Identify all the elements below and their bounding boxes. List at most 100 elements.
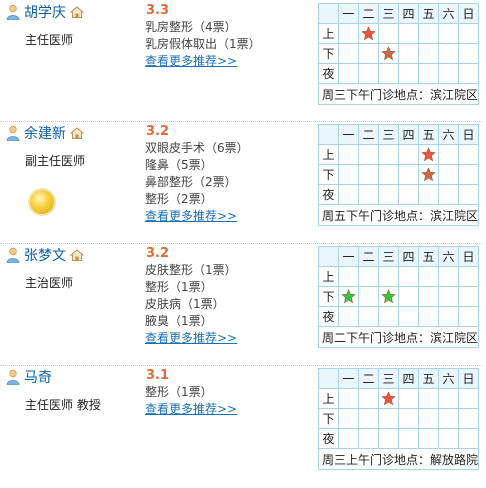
see-more-link[interactable]: 查看更多推荐>> <box>145 401 237 418</box>
star-icon <box>341 289 356 304</box>
home-icon[interactable] <box>70 127 84 139</box>
schedule-slot <box>457 43 480 64</box>
weekday-header: 二 <box>358 124 379 145</box>
clinic-schedule-table: 一 二 三 四 五 六 日 上 下 夜 周三下午门诊地点：滨江院区 <box>317 3 480 105</box>
doctor-title: 主治医师 <box>25 276 74 290</box>
schedule-slot <box>378 184 399 205</box>
schedule-slot <box>438 286 459 307</box>
schedule-slot <box>378 266 399 287</box>
doctor-name[interactable]: 胡学庆 <box>24 2 66 22</box>
period-label: 上 <box>318 23 339 44</box>
schedule-slot <box>418 306 439 327</box>
schedule-slot <box>457 428 480 449</box>
doctor-person-icon <box>6 125 20 141</box>
schedule-slot <box>418 428 439 449</box>
schedule-slot <box>457 144 480 165</box>
star-icon <box>421 167 436 182</box>
weekday-header: 五 <box>418 368 439 389</box>
recommendation-item: 整形（1票） <box>145 280 213 294</box>
weekday-header: 三 <box>378 368 399 389</box>
schedule-slot <box>358 23 379 44</box>
schedule-slot <box>398 408 419 429</box>
schedule-slot <box>338 306 359 327</box>
home-icon[interactable] <box>70 6 84 18</box>
star-icon <box>361 26 376 41</box>
schedule-slot <box>438 144 459 165</box>
doctor-score: 3.2 <box>146 246 170 261</box>
recommendation-list: 双眼皮手术（6票） 隆鼻（5票） 鼻部整形（2票） 整形（2票） 查看更多推荐>… <box>145 140 249 225</box>
schedule-slot <box>438 428 459 449</box>
recommendation-item: 乳房整形（4票） <box>145 20 237 34</box>
doctor-score: 3.2 <box>146 124 170 139</box>
weekday-header: 日 <box>457 3 480 24</box>
doctor-name[interactable]: 余建新 <box>24 123 66 143</box>
doctor-person-icon <box>6 247 20 263</box>
clinic-schedule-table: 一 二 三 四 五 六 日 上 下 夜 周五下午门诊地点：滨江院区 <box>317 124 480 226</box>
doctor-score: 3.1 <box>146 368 170 383</box>
weekday-header: 三 <box>378 124 399 145</box>
see-more-link[interactable]: 查看更多推荐>> <box>145 330 237 347</box>
schedule-slot <box>418 164 439 185</box>
weekday-header: 日 <box>457 246 480 267</box>
schedule-slot <box>438 63 459 84</box>
schedule-slot <box>398 144 419 165</box>
clinic-location: 周三下午门诊地点：滨江院区 <box>317 83 480 105</box>
doctor-name[interactable]: 张梦文 <box>24 245 66 265</box>
weekday-header: 二 <box>358 246 379 267</box>
weekday-header: 日 <box>457 124 480 145</box>
doctor-title: 主任医师 <box>25 33 74 47</box>
home-icon[interactable] <box>70 249 84 261</box>
schedule-slot <box>438 164 459 185</box>
schedule-slot <box>378 286 399 307</box>
weekday-header: 五 <box>418 246 439 267</box>
schedule-slot <box>378 144 399 165</box>
schedule-slot <box>438 43 459 64</box>
schedule-slot <box>338 23 359 44</box>
schedule-slot <box>398 388 419 409</box>
doctor-name[interactable]: 马奇 <box>24 367 52 387</box>
see-more-link[interactable]: 查看更多推荐>> <box>145 53 261 70</box>
recommendation-item: 隆鼻（5票） <box>145 158 213 172</box>
period-label: 下 <box>318 286 339 307</box>
recommendation-item: 腋臭（1票） <box>145 314 213 328</box>
schedule-slot <box>358 43 379 64</box>
schedule-slot <box>378 408 399 429</box>
doctor-person-icon <box>6 369 20 385</box>
schedule-slot <box>338 388 359 409</box>
schedule-corner <box>318 124 339 145</box>
schedule-slot <box>398 63 419 84</box>
schedule-slot <box>338 428 359 449</box>
see-more-link[interactable]: 查看更多推荐>> <box>145 208 249 225</box>
weekday-header: 六 <box>438 124 459 145</box>
schedule-slot <box>338 144 359 165</box>
weekday-header: 一 <box>338 368 359 389</box>
clinic-location: 周二下午门诊地点：滨江院区 <box>317 326 480 348</box>
schedule-slot <box>358 408 379 429</box>
period-label: 下 <box>318 164 339 185</box>
recommendation-list: 乳房整形（4票） 乳房假体取出（1票） 查看更多推荐>> <box>145 19 261 70</box>
star-icon <box>381 391 396 406</box>
doctor-name-row: 胡学庆 <box>6 3 84 21</box>
weekday-header: 一 <box>338 3 359 24</box>
schedule-slot <box>457 63 480 84</box>
schedule-slot <box>358 266 379 287</box>
doctor-person-icon <box>6 4 20 20</box>
schedule-slot <box>338 408 359 429</box>
doctor-title: 副主任医师 <box>25 154 86 168</box>
schedule-slot <box>338 184 359 205</box>
recommendation-item: 皮肤病（1票） <box>145 297 225 311</box>
schedule-slot <box>358 144 379 165</box>
schedule-slot <box>398 428 419 449</box>
recommendation-item: 整形（1票） <box>145 385 213 399</box>
schedule-slot <box>438 408 459 429</box>
schedule-slot <box>358 184 379 205</box>
schedule-slot <box>398 23 419 44</box>
doctor-name-row: 马奇 <box>6 368 56 386</box>
schedule-slot <box>398 266 419 287</box>
schedule-slot <box>398 184 419 205</box>
schedule-slot <box>418 388 439 409</box>
schedule-slot <box>438 266 459 287</box>
schedule-slot <box>358 306 379 327</box>
schedule-slot <box>418 408 439 429</box>
period-label: 上 <box>318 144 339 165</box>
